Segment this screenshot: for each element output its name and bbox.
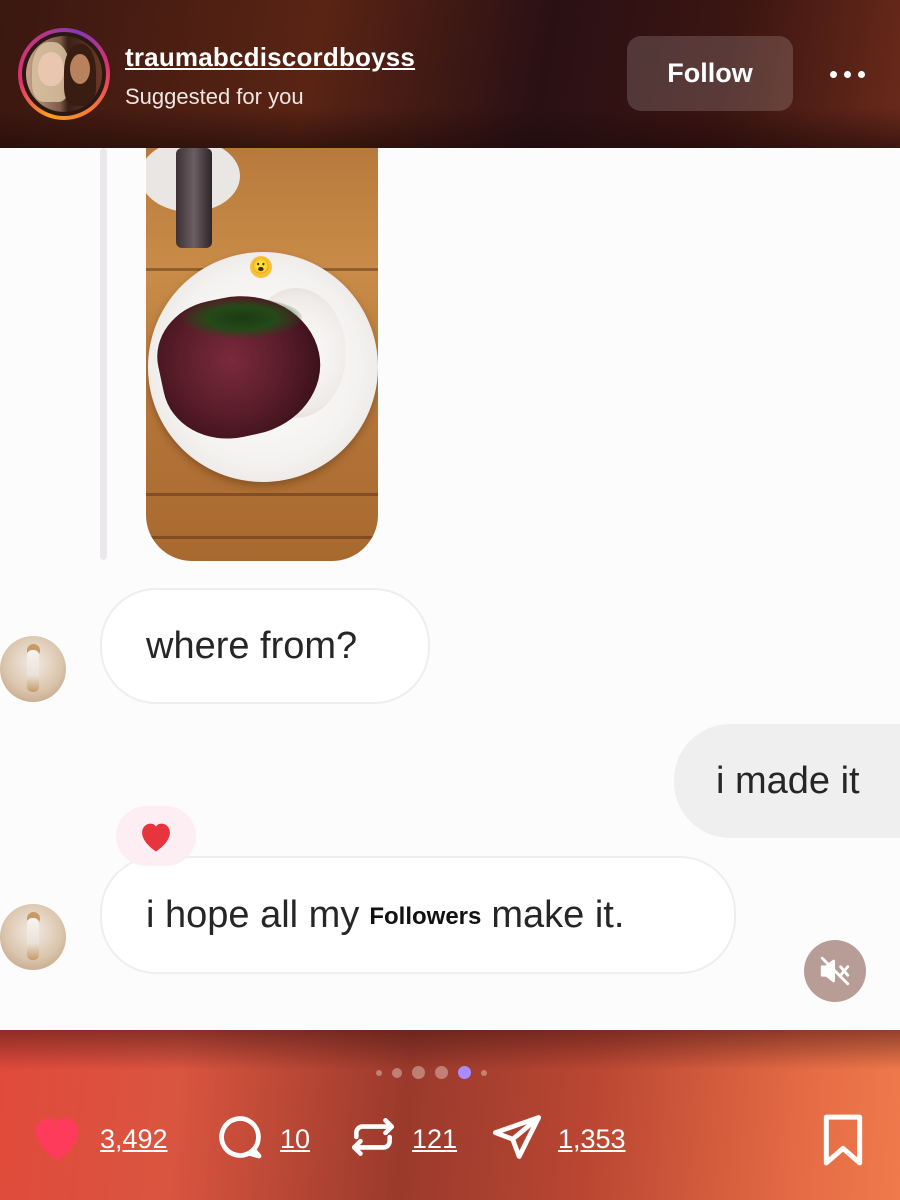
message-bubble: where from?: [100, 588, 430, 704]
carousel-dot-active: [458, 1066, 471, 1079]
comment-icon: [214, 1111, 266, 1168]
share-button[interactable]: 1,353: [490, 1108, 626, 1170]
shared-food-photo: 😮: [146, 148, 378, 561]
message-text: make it.: [491, 893, 625, 936]
message-text: i made it: [716, 759, 860, 802]
carousel-dot: [376, 1069, 382, 1076]
comment-button[interactable]: 10: [214, 1108, 310, 1170]
followers-inline-label: Followers: [369, 903, 482, 930]
username-link[interactable]: traumabcdiscordboyss: [125, 42, 415, 73]
share-count[interactable]: 1,353: [558, 1124, 626, 1155]
carousel-dot: [481, 1069, 487, 1076]
profile-avatar[interactable]: [18, 28, 110, 120]
muted-speaker-icon[interactable]: [804, 940, 866, 1002]
repost-button[interactable]: 121: [348, 1108, 457, 1170]
message-bubble-outgoing: i made it: [674, 724, 900, 838]
carousel-dot: [392, 1067, 402, 1078]
sender-avatar: [0, 904, 66, 970]
heart-icon: [28, 1111, 86, 1168]
message-bubble: i hope all my Followers make it.: [100, 856, 736, 974]
comment-count[interactable]: 10: [280, 1124, 310, 1155]
heart-reaction-icon: [116, 806, 196, 866]
carousel-dot: [435, 1066, 448, 1079]
carousel-indicator: [376, 1066, 487, 1079]
carousel-dot: [412, 1066, 425, 1079]
repost-icon: [348, 1111, 398, 1168]
reply-thread-line: [100, 148, 107, 560]
message-text: where from?: [146, 624, 358, 667]
follow-button[interactable]: Follow: [627, 36, 793, 111]
photo-reaction-emoji-icon: 😮: [250, 256, 272, 278]
suggested-label: Suggested for you: [125, 84, 304, 109]
like-button[interactable]: 3,492: [28, 1108, 168, 1170]
repost-count[interactable]: 121: [412, 1124, 457, 1155]
bookmark-icon[interactable]: [818, 1112, 868, 1168]
message-text: i hope all my: [146, 893, 360, 936]
send-icon: [490, 1111, 544, 1168]
post-media[interactable]: 😮 where from? i made it i hope all my Fo…: [0, 148, 900, 1030]
more-dots-icon[interactable]: [822, 54, 872, 94]
sender-avatar: [0, 636, 66, 702]
like-count[interactable]: 3,492: [100, 1124, 168, 1155]
